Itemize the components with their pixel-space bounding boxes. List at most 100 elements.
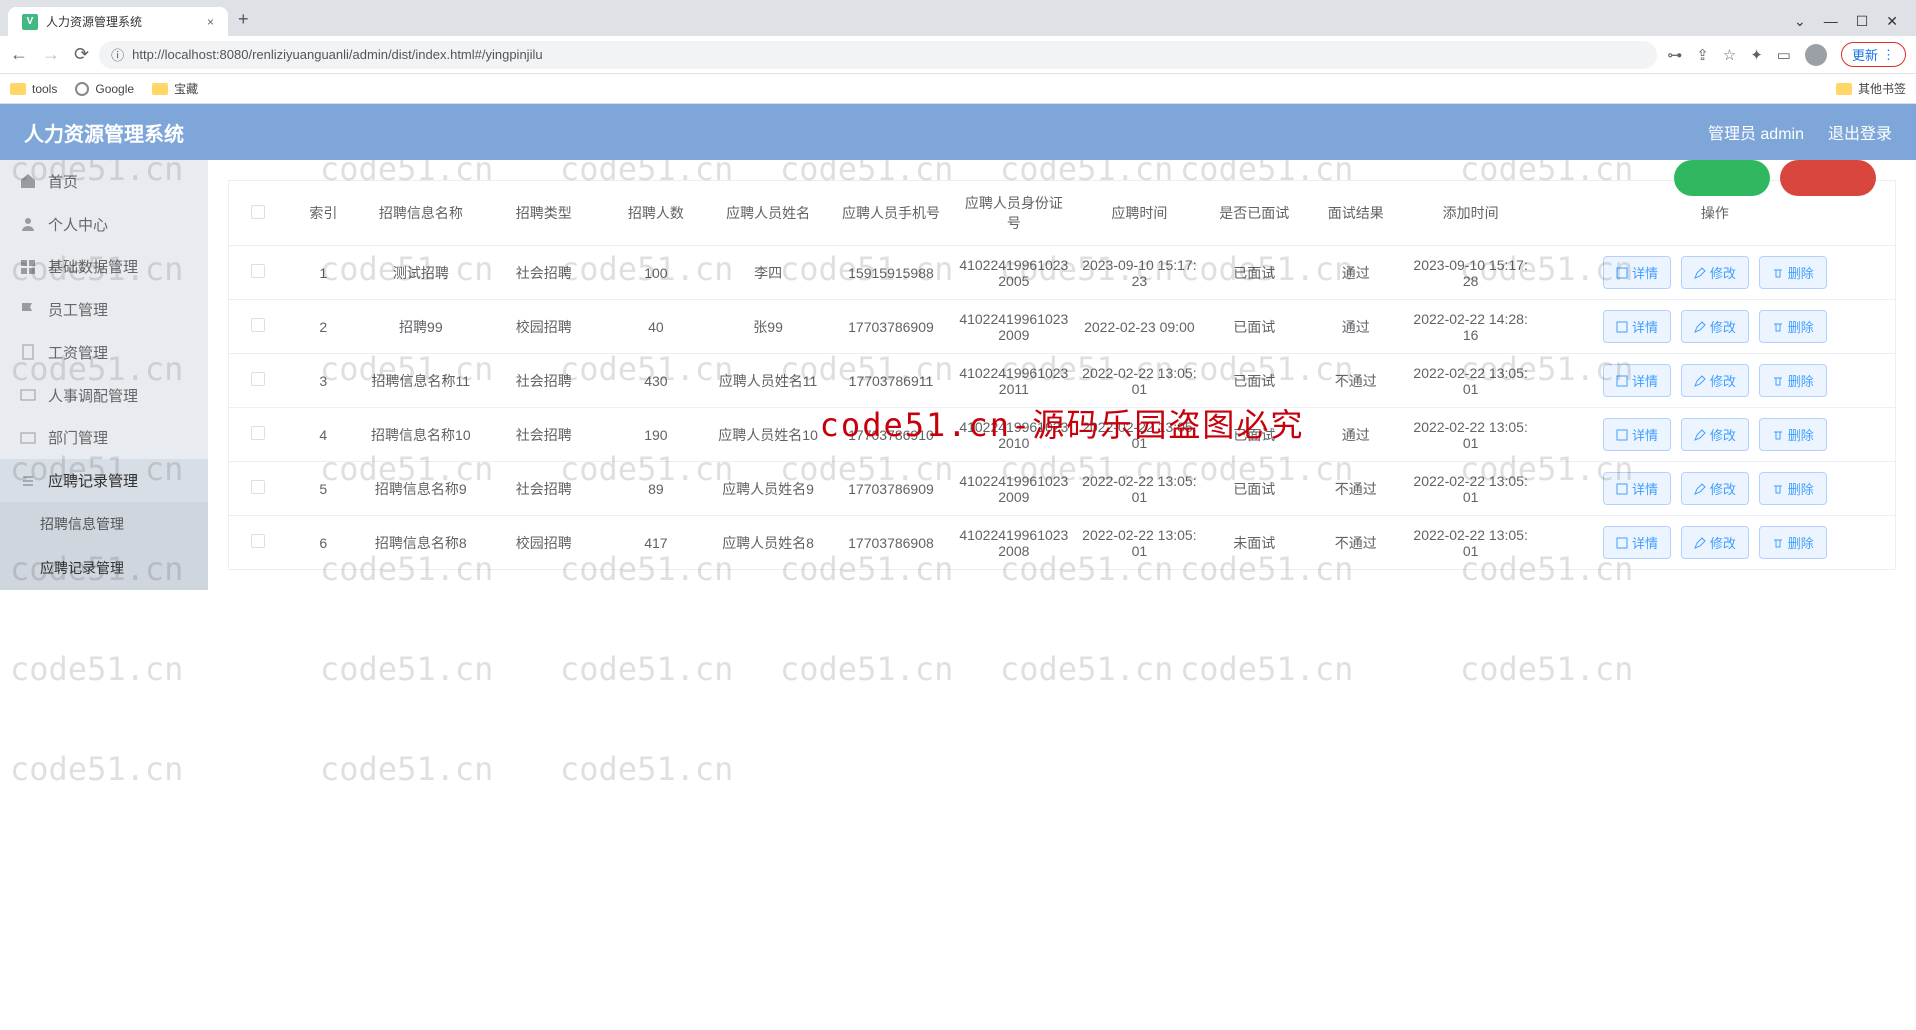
cell-applicant-name: 应聘人员姓名11 (707, 354, 830, 408)
browser-tab[interactable]: V 人力资源管理系统 × (8, 7, 228, 36)
sidebar-item-home[interactable]: 首页 (0, 160, 208, 203)
sidebar-item-label: 部门管理 (48, 427, 108, 448)
cell-ops: 详情 修改 删除 (1535, 516, 1896, 570)
sidebar-item-salary[interactable]: 工资管理 (0, 331, 208, 374)
edit-button[interactable]: 修改 (1681, 364, 1749, 397)
cell-applicant-name: 应聘人员姓名8 (707, 516, 830, 570)
bookmark-other[interactable]: 其他书签 (1836, 80, 1906, 97)
trash-icon (1772, 267, 1784, 279)
sidebar-item-label: 个人中心 (48, 214, 108, 235)
cell-headcount: 100 (605, 246, 707, 300)
sidebar-item-basedata[interactable]: 基础数据管理 (0, 246, 208, 289)
delete-button[interactable]: 删除 (1759, 472, 1827, 505)
watermark: code51.cn (320, 750, 493, 788)
cell-result: 通过 (1305, 408, 1407, 462)
cell-add-time: 2022-02-22 13:05:01 (1407, 408, 1535, 462)
sidebar-item-department[interactable]: 部门管理 (0, 417, 208, 460)
cell-interviewed: 已面试 (1204, 354, 1306, 408)
delete-button[interactable]: 删除 (1759, 256, 1827, 289)
delete-button[interactable]: 删除 (1759, 526, 1827, 559)
trash-icon (1772, 537, 1784, 549)
cell-applicant-name: 李四 (707, 246, 830, 300)
back-icon[interactable]: ← (10, 44, 28, 65)
detail-button[interactable]: 详情 (1603, 364, 1671, 397)
app-title: 人力资源管理系统 (24, 118, 184, 147)
row-checkbox[interactable] (251, 318, 265, 332)
reload-icon[interactable]: ⟳ (74, 44, 89, 65)
watermark: code51.cn (560, 750, 733, 788)
share-icon[interactable]: ⇪ (1696, 46, 1709, 64)
row-checkbox[interactable] (251, 426, 265, 440)
sidebar-item-profile[interactable]: 个人中心 (0, 203, 208, 246)
row-checkbox[interactable] (251, 480, 265, 494)
cell-phone: 17703786911 (830, 354, 953, 408)
logout-link[interactable]: 退出登录 (1828, 120, 1892, 144)
edit-button[interactable]: 修改 (1681, 256, 1749, 289)
chevron-down-icon[interactable]: ⌄ (1794, 13, 1806, 30)
cell-add-time: 2022-02-22 13:05:01 (1407, 354, 1535, 408)
bookmark-google[interactable]: Google (75, 82, 134, 96)
delete-button[interactable]: 删除 (1759, 310, 1827, 343)
table-row: 3 招聘信息名称11 社会招聘 430 应聘人员姓名11 17703786911… (229, 354, 1896, 408)
cell-jobtype: 社会招聘 (482, 246, 605, 300)
row-checkbox[interactable] (251, 372, 265, 386)
cell-jobname: 测试招聘 (359, 246, 482, 300)
bookmark-treasure[interactable]: 宝藏 (152, 80, 198, 97)
cell-ops: 详情 修改 删除 (1535, 300, 1896, 354)
detail-button[interactable]: 详情 (1603, 256, 1671, 289)
minimize-icon[interactable]: — (1824, 13, 1838, 30)
close-tab-icon[interactable]: × (207, 15, 214, 29)
sidebar-item-transfer[interactable]: 人事调配管理 (0, 374, 208, 417)
cell-index: 1 (287, 246, 359, 300)
add-button[interactable] (1674, 160, 1770, 196)
profile-avatar[interactable] (1805, 44, 1827, 66)
cell-headcount: 40 (605, 300, 707, 354)
cell-idno: 41022419961023 2011 (952, 354, 1075, 408)
th-result: 面试结果 (1305, 181, 1407, 246)
sidebar-item-label: 人事调配管理 (48, 385, 138, 406)
watermark: code51.cn (1000, 650, 1173, 688)
url-field[interactable]: ⓘ http://localhost:8080/renliziyuanguanl… (99, 41, 1657, 69)
close-window-icon[interactable]: ✕ (1886, 13, 1898, 30)
cell-add-time: 2022-02-22 13:05:01 (1407, 462, 1535, 516)
cell-ops: 详情 修改 删除 (1535, 462, 1896, 516)
forward-icon[interactable]: → (42, 44, 60, 65)
row-checkbox[interactable] (251, 534, 265, 548)
reading-list-icon[interactable]: ▭ (1777, 46, 1791, 64)
cell-apply-time: 2023-09-10 15:17:23 (1075, 246, 1203, 300)
detail-button[interactable]: 详情 (1603, 472, 1671, 505)
new-tab-button[interactable]: + (228, 3, 259, 36)
edit-button[interactable]: 修改 (1681, 526, 1749, 559)
extensions-icon[interactable]: ✦ (1750, 46, 1763, 64)
table-row: 2 招聘99 校园招聘 40 张99 17703786909 410224199… (229, 300, 1896, 354)
row-checkbox[interactable] (251, 264, 265, 278)
cell-jobname: 招聘信息名称10 (359, 408, 482, 462)
delete-button[interactable]: 删除 (1759, 364, 1827, 397)
edit-button[interactable]: 修改 (1681, 418, 1749, 451)
edit-button[interactable]: 修改 (1681, 310, 1749, 343)
star-icon[interactable]: ☆ (1723, 46, 1736, 64)
detail-button[interactable]: 详情 (1603, 526, 1671, 559)
maximize-icon[interactable]: ☐ (1856, 13, 1869, 30)
key-icon[interactable]: ⊶ (1667, 46, 1682, 64)
th-add-time: 添加时间 (1407, 181, 1535, 246)
sidebar-item-employee[interactable]: 员工管理 (0, 288, 208, 331)
select-all-checkbox[interactable] (251, 205, 265, 219)
detail-button[interactable]: 详情 (1603, 310, 1671, 343)
detail-button[interactable]: 详情 (1603, 418, 1671, 451)
bookmark-tools[interactable]: tools (10, 82, 57, 96)
update-button[interactable]: 更新 ⋮ (1841, 42, 1906, 67)
edit-icon (1694, 267, 1706, 279)
submenu-application-record[interactable]: 应聘记录管理 (0, 546, 208, 590)
user-label[interactable]: 管理员 admin (1708, 120, 1804, 144)
submenu-job-info[interactable]: 招聘信息管理 (0, 502, 208, 546)
main-content: 索引 招聘信息名称 招聘类型 招聘人数 应聘人员姓名 应聘人员手机号 应聘人员身… (208, 160, 1916, 590)
delete-selected-button[interactable] (1780, 160, 1876, 196)
cell-idno: 41022419961023 2010 (952, 408, 1075, 462)
edit-button[interactable]: 修改 (1681, 472, 1749, 505)
cell-jobtype: 社会招聘 (482, 408, 605, 462)
cell-jobname: 招聘信息名称8 (359, 516, 482, 570)
sidebar-item-application[interactable]: 应聘记录管理 (0, 459, 208, 502)
delete-button[interactable]: 删除 (1759, 418, 1827, 451)
cell-phone: 15915915988 (830, 246, 953, 300)
